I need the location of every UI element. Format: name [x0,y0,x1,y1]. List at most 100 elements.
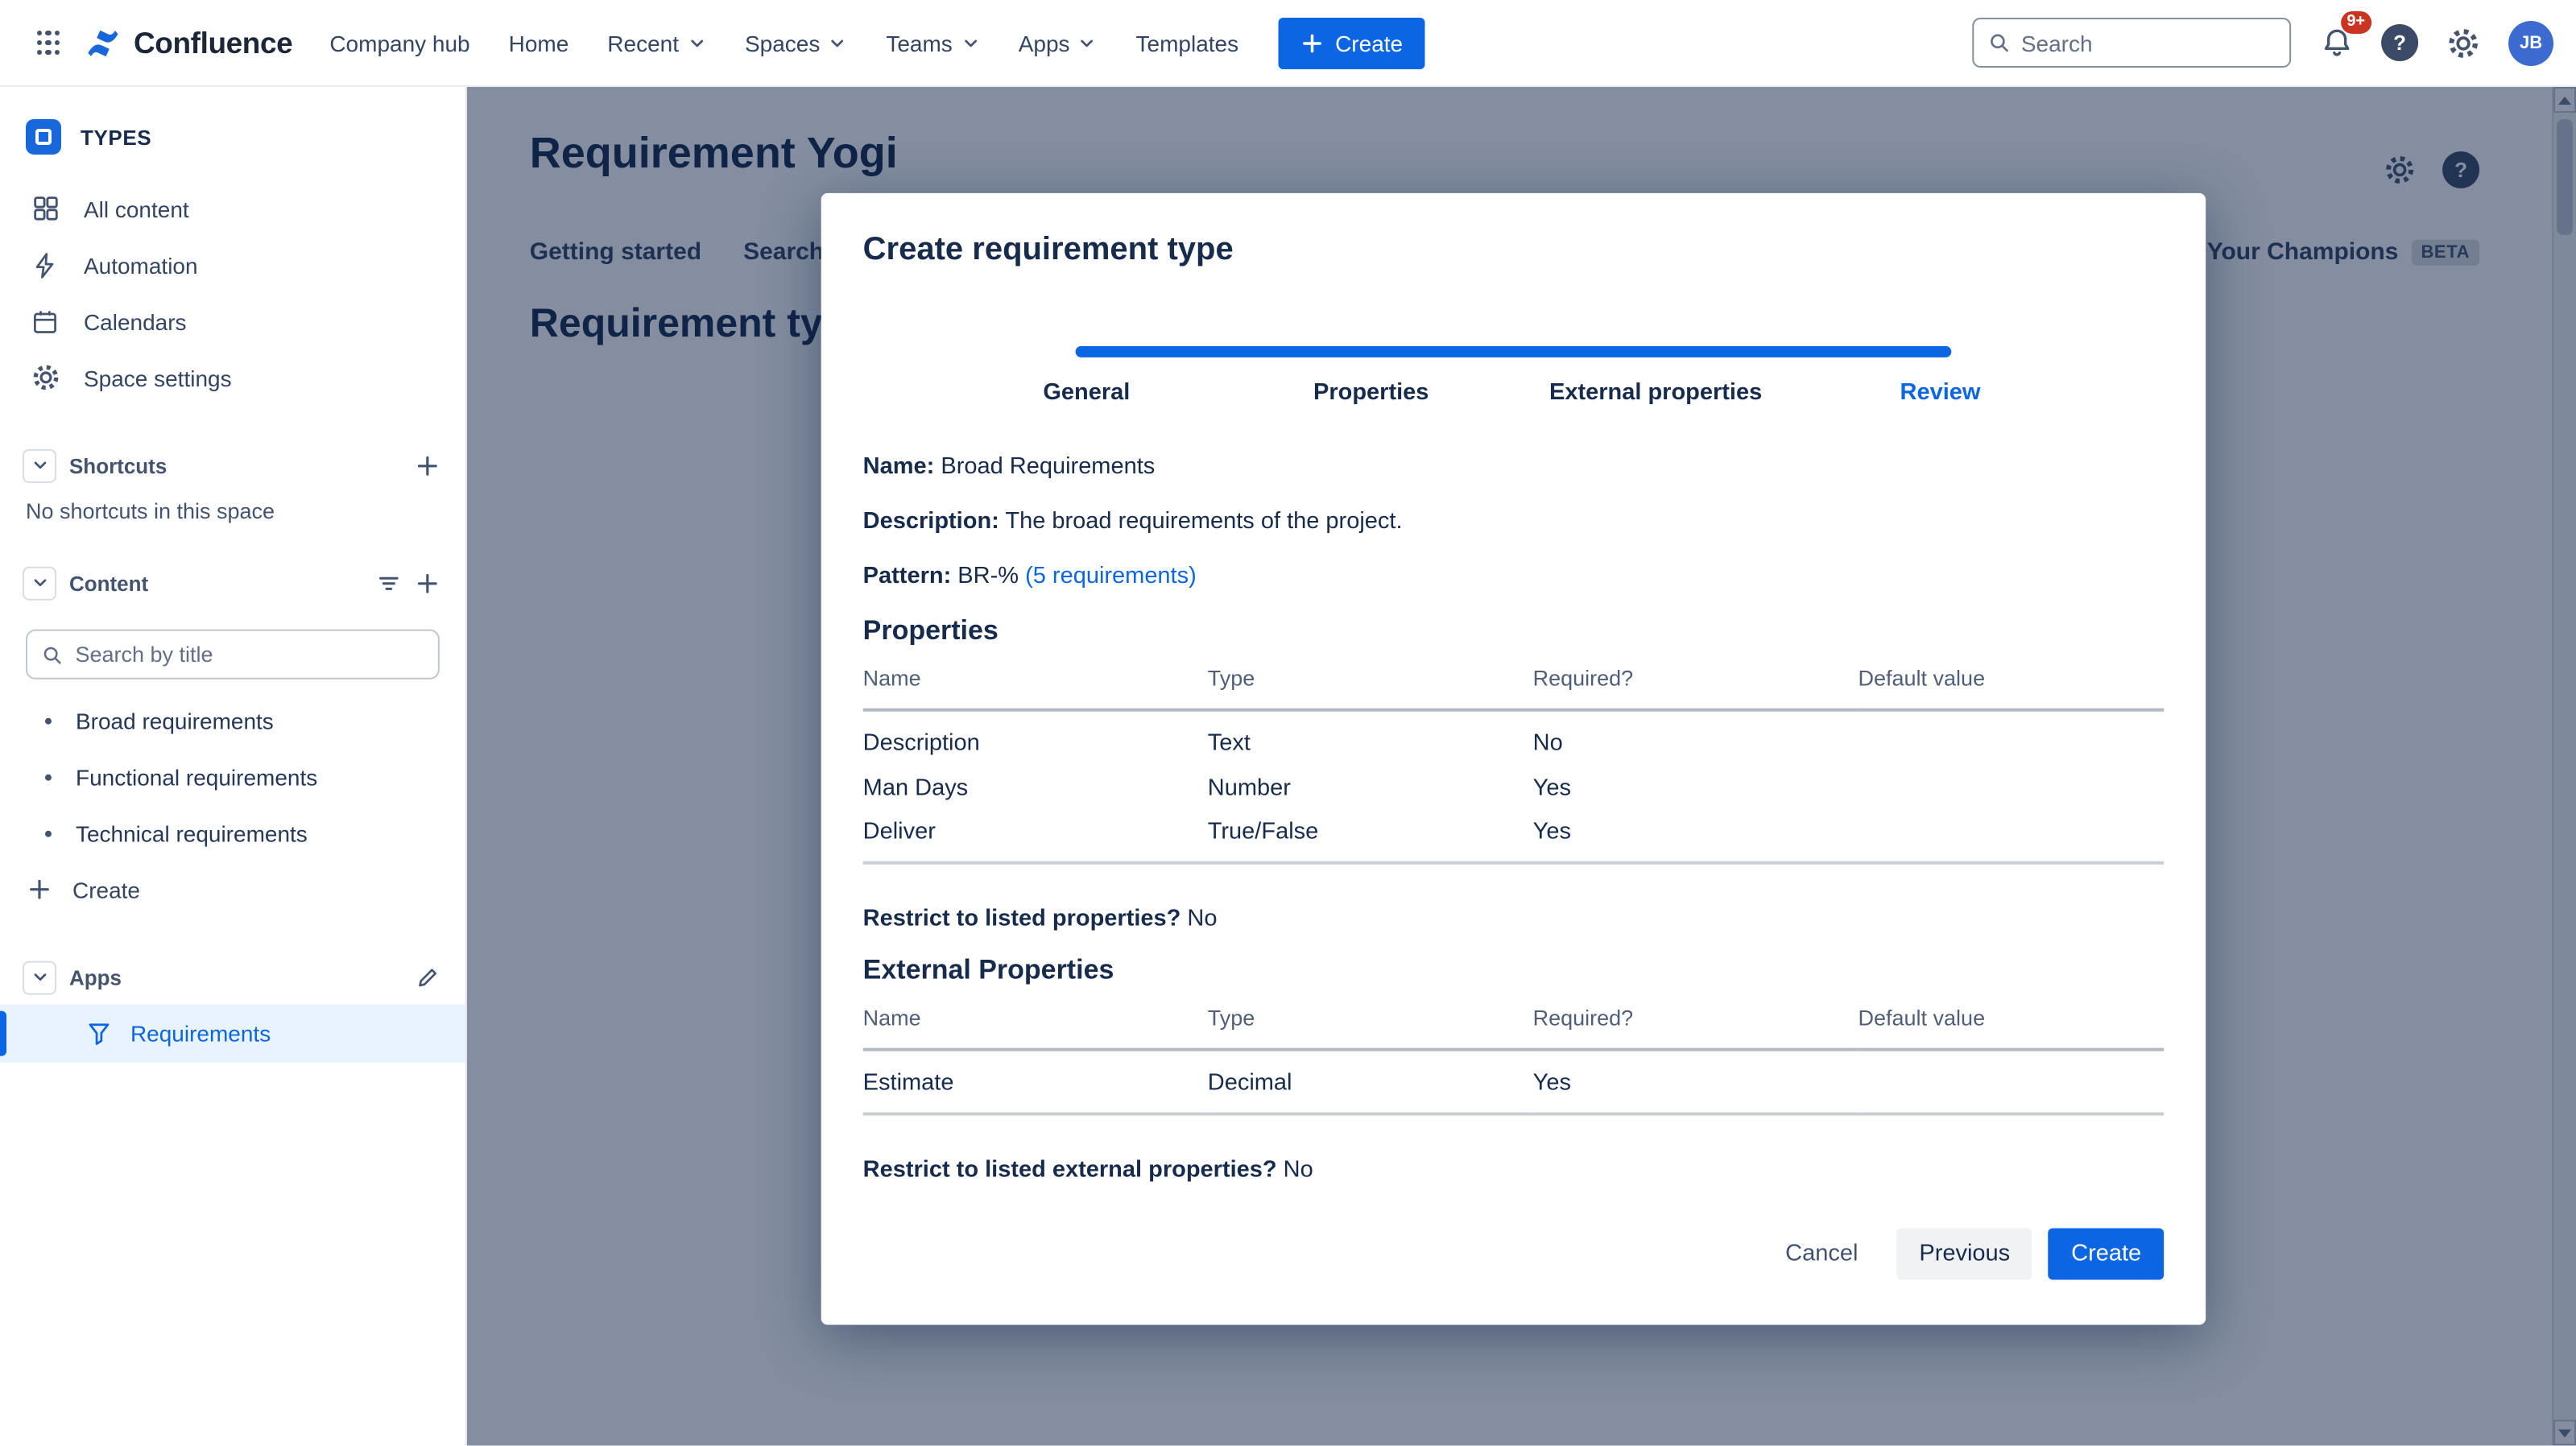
pattern-row: Pattern: BR-% (5 requirements) [863,560,2165,593]
sidebar-item-space-settings[interactable]: Space settings [0,349,465,406]
calendar-icon [29,305,61,337]
cell [1859,765,2165,812]
bullet-icon [45,830,52,837]
description-row: Description: The broad requirements of t… [863,506,2165,538]
collapse-apps-button[interactable] [23,961,56,994]
active-indicator [0,1011,6,1056]
cell: Number [1208,765,1533,812]
cell: Yes [1533,812,1859,863]
name-value: Broad Requirements [941,454,1155,480]
progress-bar [1075,346,1951,357]
apps-section-header: Apps [0,950,465,1005]
search-icon [42,643,63,666]
gear-icon [29,362,61,394]
collapse-content-button[interactable] [23,566,56,600]
requirements-count-link[interactable]: (5 requirements) [1025,564,1197,589]
review-summary: Name: Broad Requirements Description: Th… [863,451,2165,1280]
chevron-down-icon [687,33,706,52]
nav-apps[interactable]: Apps [1001,19,1115,67]
pencil-icon [415,965,439,989]
question-icon: ? [2393,31,2406,55]
sidebar-create-button[interactable]: Create [0,861,465,918]
cell [1859,812,2165,863]
user-avatar[interactable]: JB [2508,20,2553,65]
primary-nav: Company hub Home Recent Spaces Teams App… [312,19,1256,67]
nav-company-hub[interactable]: Company hub [312,19,487,67]
cancel-button[interactable]: Cancel [1763,1229,1880,1280]
grid-squares-icon [29,192,61,225]
settings-button[interactable] [2442,22,2484,64]
chevron-down-icon [1078,33,1098,52]
plus-icon [415,571,439,595]
add-shortcut-button[interactable] [407,446,446,485]
nav-templates[interactable]: Templates [1118,19,1257,67]
sidebar-item-automation[interactable]: Automation [0,237,465,293]
sidebar-item-all-content[interactable]: All content [0,180,465,237]
global-create-button[interactable]: Create [1279,17,1425,68]
confluence-logo[interactable]: Confluence [84,23,292,62]
modal-actions: Cancel Previous Create [863,1229,2165,1280]
global-search-input[interactable] [2021,30,2275,56]
table-row: Man Days Number Yes [863,765,2165,812]
collapse-shortcuts-button[interactable] [23,448,56,482]
nav-home[interactable]: Home [491,19,587,67]
restrict-external-row: Restrict to listed external properties? … [863,1158,2165,1184]
restrict-external-value: No [1284,1158,1313,1184]
shortcuts-label: Shortcuts [69,453,407,477]
table-row: Estimate Decimal Yes [863,1050,2165,1114]
cell: True/False [1208,812,1533,863]
cell: Deliver [863,812,1208,863]
col-header: Required? [1533,667,1859,710]
apps-label: Apps [69,965,407,989]
navbar-right: 9+ ? JB [1972,18,2553,68]
app-switcher-icon[interactable] [23,17,74,68]
page-item-functional-requirements[interactable]: Functional requirements [0,749,465,805]
restrict-properties-label: Restrict to listed properties? [863,907,1181,932]
add-content-button[interactable] [407,564,446,602]
chevron-down-icon [30,968,49,987]
cell: Yes [1533,1050,1859,1114]
restrict-external-label: Restrict to listed external properties? [863,1158,1277,1184]
table-row: Description Text No [863,710,2165,765]
page-item-broad-requirements[interactable]: Broad requirements [0,692,465,749]
col-header: Required? [1533,1006,1859,1050]
create-button[interactable]: Create [2049,1229,2164,1280]
filter-icon [376,571,400,595]
pattern-label: Pattern: [863,564,952,589]
cell: Description [863,710,1208,765]
create-requirement-type-modal: Create requirement type General Properti… [821,193,2206,1325]
step-external-properties[interactable]: External properties [1513,380,1797,406]
search-by-title[interactable] [26,630,440,680]
cell [1859,1050,2165,1114]
plus-icon [415,453,439,477]
col-header: Type [1208,667,1533,710]
col-header: Name [863,667,1208,710]
content-section-header: Content [0,556,465,610]
edit-apps-button[interactable] [407,958,446,997]
space-header[interactable]: TYPES [0,106,465,180]
notifications-button[interactable]: 9+ [2315,22,2357,64]
gear-icon [2446,25,2481,60]
sidebar-item-requirements[interactable]: Requirements [0,1005,465,1063]
help-button[interactable]: ? [2381,24,2418,61]
notification-badge: 9+ [2340,10,2371,33]
col-header: Default value [1859,667,2165,710]
cell: Text [1208,710,1533,765]
nav-teams[interactable]: Teams [868,19,997,67]
col-header: Default value [1859,1006,2165,1050]
bullet-icon [45,774,52,780]
nav-recent[interactable]: Recent [589,19,724,67]
sidebar-item-calendars[interactable]: Calendars [0,293,465,349]
page-item-technical-requirements[interactable]: Technical requirements [0,805,465,861]
step-properties[interactable]: Properties [1229,380,1513,406]
filter-content-button[interactable] [369,564,407,602]
nav-spaces[interactable]: Spaces [727,19,865,67]
col-header: Name [863,1006,1208,1050]
table-header-row: Name Type Required? Default value [863,1006,2165,1050]
global-search[interactable] [1972,18,2291,68]
previous-button[interactable]: Previous [1896,1229,2032,1280]
content-label: Content [69,571,369,595]
step-review[interactable]: Review [1798,380,2082,406]
search-by-title-input[interactable] [76,642,424,667]
step-general[interactable]: General [945,380,1229,406]
